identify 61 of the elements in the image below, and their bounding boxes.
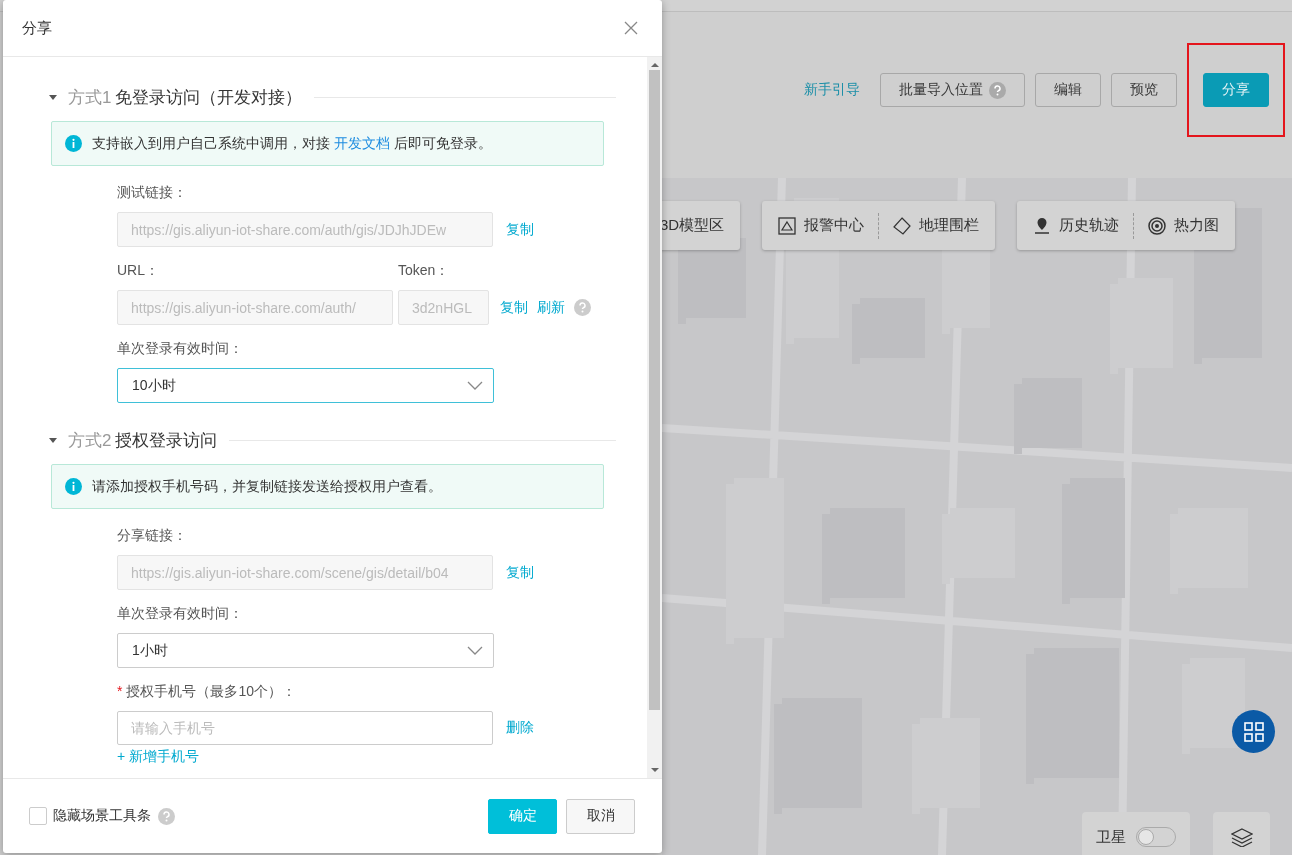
info-icon: [65, 135, 82, 152]
field-label: URL：: [117, 262, 160, 280]
token-field[interactable]: 3d2nHGL: [398, 290, 489, 325]
add-phone-link[interactable]: + 新增手机号: [117, 748, 200, 766]
chevron-down-icon: [467, 381, 483, 390]
toolbar-item[interactable]: 热力图: [1148, 216, 1220, 235]
warning-frame-icon: [778, 216, 797, 235]
action-link[interactable]: 删除: [506, 719, 534, 737]
header-button[interactable]: 分享: [1203, 73, 1269, 107]
field-label: 单次登录有效时间：: [117, 340, 244, 358]
notice-text: 请添加授权手机号码，并复制链接发送给授权用户查看。: [92, 477, 442, 496]
confirm-button[interactable]: 确定: [488, 798, 557, 834]
phone-input[interactable]: 请输入手机号: [117, 711, 493, 745]
location-pin-icon: [1033, 216, 1052, 235]
toolbar-item[interactable]: 历史轨迹: [1033, 216, 1120, 235]
guide-link[interactable]: 新手引导: [804, 81, 860, 99]
field-label: Token：: [398, 262, 451, 280]
chevron-down-icon: [467, 646, 483, 655]
action-link[interactable]: 复制: [506, 563, 534, 582]
toolbar-item[interactable]: 地理围栏: [893, 216, 980, 235]
toolbar-item[interactable]: 3D模型区: [660, 216, 725, 235]
action-link[interactable]: 复制: [506, 220, 534, 239]
field-label: 单次登录有效时间：: [117, 605, 244, 623]
checkbox-label: 隐藏场景工具条: [53, 807, 151, 825]
section-title: 方式1 免登录访问（开发对接）: [68, 86, 303, 109]
dialog-title: 分享: [22, 18, 52, 38]
layers-icon: [1230, 827, 1253, 847]
satellite-toggle[interactable]: [1136, 827, 1176, 847]
action-link[interactable]: 刷新: [537, 298, 565, 317]
header-button[interactable]: 预览: [1111, 73, 1177, 107]
help-icon[interactable]: [989, 81, 1006, 99]
link-field[interactable]: https://gis.aliyun-iot-share.com/auth/gis/JDJhJDEw: [117, 212, 493, 247]
target-icon: [1148, 216, 1167, 235]
collapse-caret[interactable]: [48, 435, 58, 445]
select-field[interactable]: 1小时: [117, 633, 494, 668]
hide-toolbar-checkbox[interactable]: [29, 807, 47, 825]
polygon-icon: [893, 216, 912, 235]
grid-icon: [1243, 721, 1264, 742]
satellite-label: 卫星: [1096, 827, 1126, 847]
toolbar-item[interactable]: 报警中心: [778, 216, 865, 235]
header-button[interactable]: 编辑: [1035, 73, 1101, 107]
layers-button[interactable]: [1213, 812, 1270, 855]
action-link[interactable]: 复制: [500, 298, 528, 317]
field-label: * 授权手机号（最多10个）：: [117, 683, 298, 701]
link-field[interactable]: https://gis.aliyun-iot-share.com/scene/gis/detail/b04: [117, 555, 493, 590]
info-icon: [65, 478, 82, 495]
notice-text: 支持嵌入到用户自己系统中调用，对接 开发文档 后即可免登录。: [92, 134, 492, 153]
close-icon: [624, 21, 638, 35]
collapse-caret[interactable]: [48, 92, 58, 102]
help-icon[interactable]: [574, 299, 591, 316]
select-field[interactable]: 10小时: [117, 368, 494, 403]
help-icon[interactable]: [158, 807, 175, 825]
docs-link[interactable]: 开发文档: [333, 134, 390, 151]
header-button[interactable]: 批量导入位置: [880, 73, 1025, 107]
scroll-bar[interactable]: [647, 57, 662, 778]
cancel-button[interactable]: 取消: [566, 798, 635, 834]
section-title: 方式2 授权登录访问: [68, 429, 218, 452]
field-label: 测试链接：: [117, 184, 188, 202]
close-button[interactable]: [624, 21, 638, 35]
field-label: 分享链接：: [117, 527, 188, 545]
url-field[interactable]: https://gis.aliyun-iot-share.com/auth/: [117, 290, 393, 325]
